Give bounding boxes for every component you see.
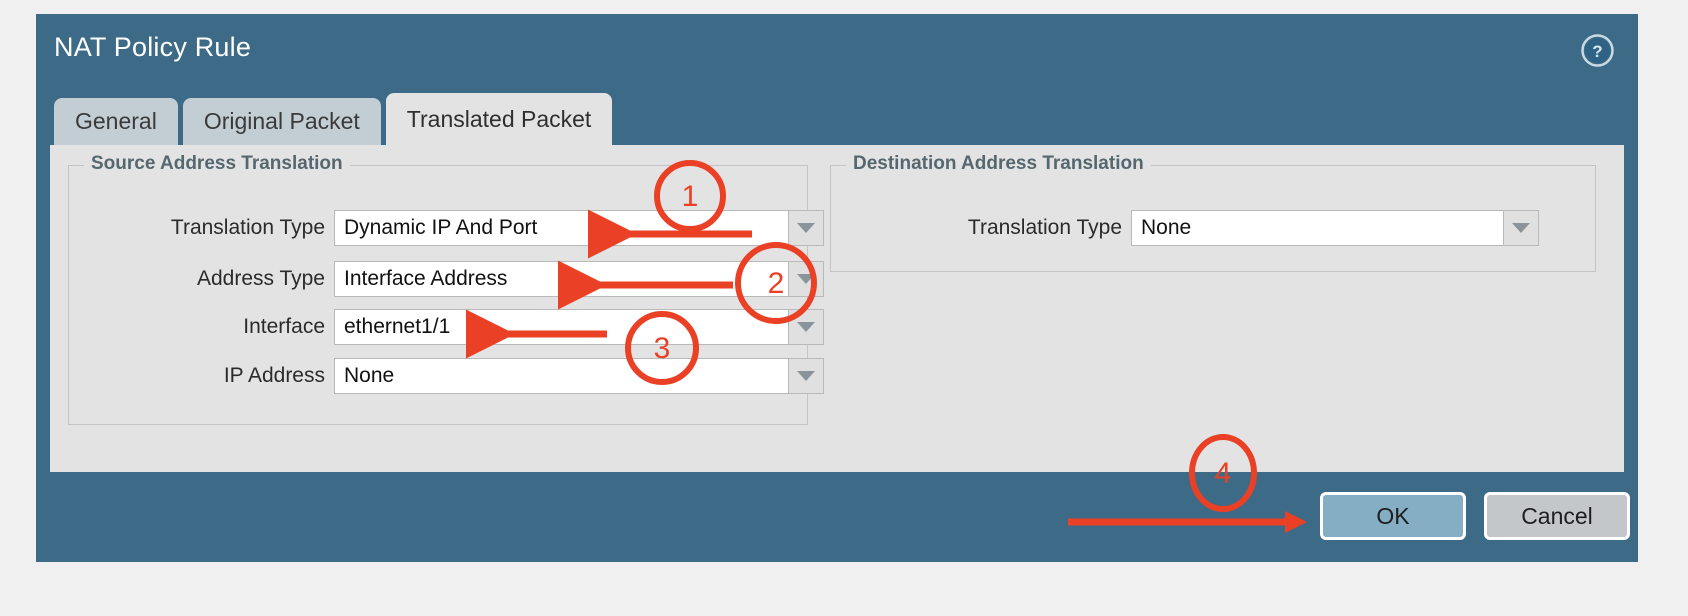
dialog-title: NAT Policy Rule [54, 32, 251, 63]
row-source-translation-type: Translation Type Dynamic IP And Port [69, 210, 824, 246]
tab-general[interactable]: General [54, 98, 178, 145]
dialog-titlebar: NAT Policy Rule ? [36, 14, 1638, 86]
chevron-down-icon [797, 371, 815, 381]
source-group-title: Source Address Translation [84, 153, 350, 175]
dialog-footer: OK Cancel [36, 472, 1638, 562]
row-source-ip-address: IP Address None [69, 358, 824, 394]
field-source-address-type: Interface Address [334, 261, 824, 297]
field-source-ip-address: None [334, 358, 824, 394]
chevron-down-icon [797, 274, 815, 284]
label-source-ip-address: IP Address [69, 364, 334, 388]
row-source-address-type: Address Type Interface Address [69, 261, 824, 297]
field-destination-translation-type: None [1131, 210, 1539, 246]
destination-translation-type-input[interactable]: None [1131, 210, 1503, 246]
svg-text:?: ? [1592, 42, 1602, 61]
chevron-down-icon [797, 223, 815, 233]
field-source-translation-type: Dynamic IP And Port [334, 210, 824, 246]
chevron-down-icon [1512, 223, 1530, 233]
destination-address-translation-group: Destination Address Translation Translat… [830, 165, 1596, 272]
tab-content-panel: Source Address Translation Translation T… [50, 145, 1624, 472]
field-source-interface: ethernet1/1 [334, 309, 824, 345]
row-source-interface: Interface ethernet1/1 [69, 309, 824, 345]
tab-original-packet[interactable]: Original Packet [183, 98, 381, 145]
label-destination-translation-type: Translation Type [831, 216, 1131, 240]
chevron-down-icon [797, 322, 815, 332]
source-ip-address-dropdown-button[interactable] [788, 358, 824, 394]
source-address-type-input[interactable]: Interface Address [334, 261, 788, 297]
nat-policy-rule-dialog: NAT Policy Rule ? General Original Packe… [36, 14, 1638, 562]
source-address-translation-group: Source Address Translation Translation T… [68, 165, 808, 425]
source-interface-dropdown-button[interactable] [788, 309, 824, 345]
source-ip-address-input[interactable]: None [334, 358, 788, 394]
source-translation-type-dropdown-button[interactable] [788, 210, 824, 246]
source-interface-input[interactable]: ethernet1/1 [334, 309, 788, 345]
cancel-button[interactable]: Cancel [1484, 492, 1630, 540]
source-translation-type-input[interactable]: Dynamic IP And Port [334, 210, 788, 246]
label-source-interface: Interface [69, 315, 334, 339]
ok-button[interactable]: OK [1320, 492, 1466, 540]
help-circle-icon[interactable]: ? [1581, 34, 1614, 67]
source-address-type-dropdown-button[interactable] [788, 261, 824, 297]
label-source-translation-type: Translation Type [69, 216, 334, 240]
destination-group-title: Destination Address Translation [846, 153, 1151, 175]
row-destination-translation-type: Translation Type None [831, 210, 1539, 246]
destination-translation-type-dropdown-button[interactable] [1503, 210, 1539, 246]
tab-translated-packet[interactable]: Translated Packet [386, 93, 613, 145]
tab-strip: General Original Packet Translated Packe… [54, 93, 612, 145]
label-source-address-type: Address Type [69, 267, 334, 291]
